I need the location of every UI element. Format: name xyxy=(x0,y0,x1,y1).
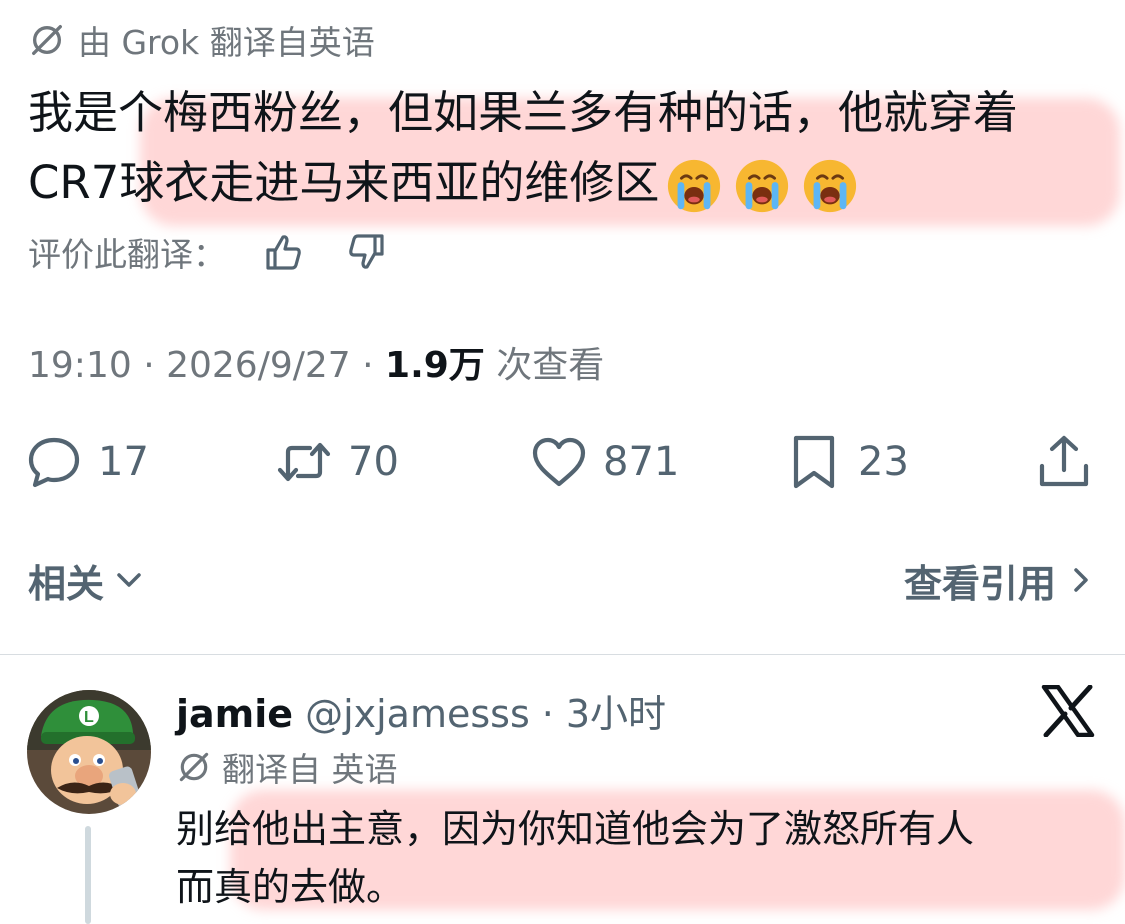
meta-separator: · xyxy=(350,345,386,386)
reply-author-name[interactable]: jamie xyxy=(176,692,293,736)
related-label: 相关 xyxy=(28,561,105,606)
share-button[interactable] xyxy=(1034,428,1094,496)
repost-button[interactable]: 70 xyxy=(274,428,399,496)
tweet-text: 我是个梅西粉丝，但如果兰多有种的话，他就穿着 CR7球衣走进马来西亚的维修区 xyxy=(28,78,1098,218)
tweet-actions: 17 70 871 23 xyxy=(24,428,1099,496)
chevron-right-icon xyxy=(1074,568,1088,592)
tweet-text-line2: CR7球衣走进马来西亚的维修区 xyxy=(28,156,660,209)
reply-text-line1: 别给他出主意，因为你知道他会为了激怒所有人 xyxy=(176,807,975,851)
tweet-time[interactable]: 19:10 xyxy=(28,345,132,386)
thumbs-down-button[interactable] xyxy=(342,228,390,276)
tweet-text-line2-wrap: CR7球衣走进马来西亚的维修区 xyxy=(28,148,1098,218)
grok-icon xyxy=(32,25,62,55)
reply-icon xyxy=(28,437,80,488)
reply-text-line2: 而真的去做。 xyxy=(176,865,405,909)
like-button[interactable]: 871 xyxy=(529,428,679,496)
repost-count: 70 xyxy=(348,439,399,485)
reply-header: jamie @jxjamesss · 3小时 xyxy=(176,683,666,738)
loudly-crying-face-icon xyxy=(804,159,857,213)
chevron-down-icon xyxy=(117,573,141,587)
like-count: 871 xyxy=(603,439,680,485)
reply-translation-label: 翻译自 英语 xyxy=(222,750,398,789)
view-quotes-label: 查看引用 xyxy=(903,561,1056,606)
tweet-date[interactable]: 2026/9/27 xyxy=(166,345,351,386)
heart-icon xyxy=(532,437,586,487)
luigi-avatar-icon: L xyxy=(27,690,151,814)
tweet-text-line1: 我是个梅西粉丝，但如果兰多有种的话，他就穿着 xyxy=(28,86,1019,139)
reply-author-handle[interactable]: @jxjamesss xyxy=(305,692,530,736)
thumbs-up-icon xyxy=(266,235,301,270)
meta-separator: · xyxy=(131,345,167,386)
svg-text:L: L xyxy=(84,709,94,726)
rate-translation-label: 评价此翻译： xyxy=(28,235,226,274)
share-icon xyxy=(1039,435,1089,487)
repost-icon xyxy=(277,442,331,482)
avatar[interactable]: L xyxy=(27,690,151,814)
view-quotes-link[interactable]: 查看引用 xyxy=(904,553,1098,608)
reply-time[interactable]: 3小时 xyxy=(566,683,666,738)
thread-line xyxy=(85,826,91,924)
translation-label: 由 Grok 翻译自英语 xyxy=(78,23,375,62)
emoji-group xyxy=(665,157,859,215)
thumbs-down-icon xyxy=(349,234,384,269)
bookmark-icon xyxy=(793,435,835,489)
translation-attribution[interactable]: 由 Grok 翻译自英语 xyxy=(28,18,375,62)
reply-count: 17 xyxy=(98,439,149,485)
bookmark-count: 23 xyxy=(858,439,909,485)
view-count-label: 次查看 xyxy=(484,345,605,386)
divider xyxy=(0,654,1125,655)
tweet-meta: 19:10 · 2026/9/27 · 1.9万 次查看 xyxy=(28,336,604,388)
reply-text: 别给他出主意，因为你知道他会为了激怒所有人 而真的去做。 xyxy=(176,800,1106,916)
reply-translation-attribution[interactable]: 翻译自 英语 xyxy=(176,745,398,789)
view-count[interactable]: 1.9万 xyxy=(385,345,485,386)
x-logo-icon xyxy=(1041,685,1095,737)
bookmark-button[interactable]: 23 xyxy=(784,428,909,496)
loudly-crying-face-icon xyxy=(668,159,721,213)
loudly-crying-face-icon xyxy=(736,159,789,213)
reply-button[interactable]: 17 xyxy=(24,428,149,496)
grok-icon xyxy=(179,752,209,782)
rate-translation-row: 评价此翻译： xyxy=(28,228,390,276)
thumbs-up-button[interactable] xyxy=(260,228,308,276)
related-row: 相关 查看引用 xyxy=(28,553,1098,608)
reply-separator: · xyxy=(541,692,554,736)
related-toggle[interactable]: 相关 xyxy=(28,553,146,608)
